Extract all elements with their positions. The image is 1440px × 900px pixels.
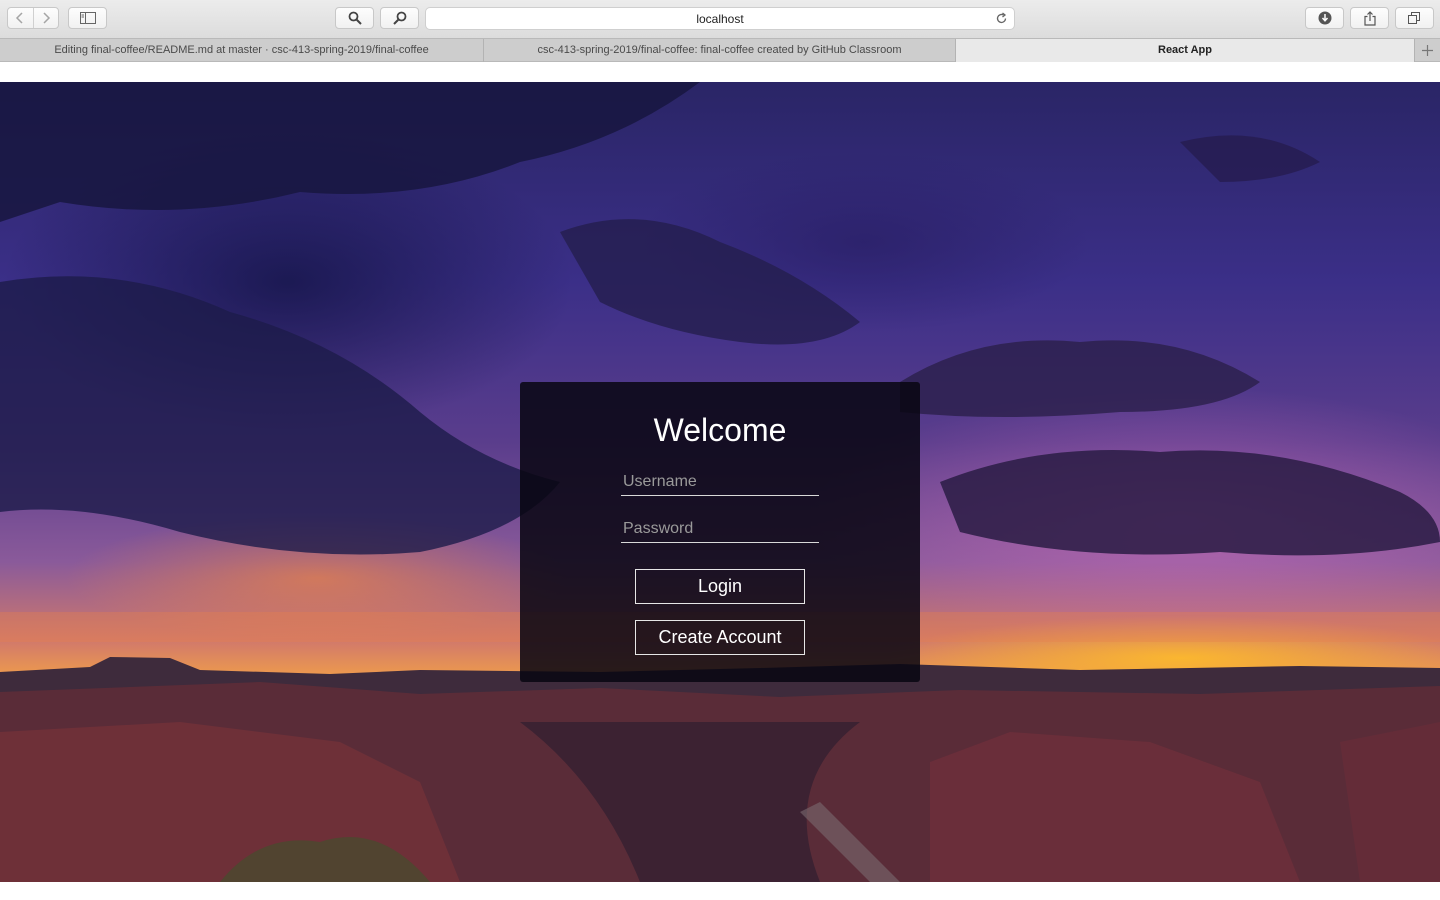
password-input[interactable] <box>621 515 819 543</box>
nav-buttons <box>7 7 59 29</box>
address-url: localhost <box>696 12 744 26</box>
search-icon <box>348 11 362 25</box>
sidebar-icon <box>79 12 96 24</box>
create-account-button[interactable]: Create Account <box>635 620 805 655</box>
tab-readme[interactable]: Editing final-coffee/README.md at master… <box>0 39 484 62</box>
chevron-left-icon <box>16 12 23 24</box>
sidebar-button[interactable] <box>68 7 107 29</box>
search-button[interactable] <box>335 7 374 29</box>
find-button[interactable] <box>380 7 419 29</box>
plus-icon <box>1422 45 1433 56</box>
tab-overview-button[interactable] <box>1395 7 1434 29</box>
share-icon <box>1363 10 1376 26</box>
login-card: Welcome Login Create Account <box>520 382 920 682</box>
tab-github-repo[interactable]: csc-413-spring-2019/final-coffee: final-… <box>484 39 956 62</box>
hero-background: Welcome Login Create Account <box>0 82 1440 882</box>
welcome-heading: Welcome <box>653 412 787 448</box>
downloads-button[interactable] <box>1305 7 1344 29</box>
back-button[interactable] <box>8 8 33 28</box>
tab-react-app[interactable]: React App <box>956 39 1414 62</box>
browser-toolbar: localhost <box>0 0 1440 38</box>
download-icon <box>1318 11 1331 25</box>
address-bar[interactable]: localhost <box>425 7 1015 30</box>
username-input[interactable] <box>621 468 819 496</box>
tabs-overview-icon <box>1408 11 1420 24</box>
reload-icon[interactable] <box>995 12 1008 25</box>
new-tab-button[interactable] <box>1414 39 1440 62</box>
login-button[interactable]: Login <box>635 569 805 604</box>
share-button[interactable] <box>1350 7 1389 29</box>
chevron-right-icon <box>43 12 50 24</box>
find-icon <box>392 11 406 25</box>
forward-button[interactable] <box>32 8 59 28</box>
tab-bar: Editing final-coffee/README.md at master… <box>0 38 1440 62</box>
